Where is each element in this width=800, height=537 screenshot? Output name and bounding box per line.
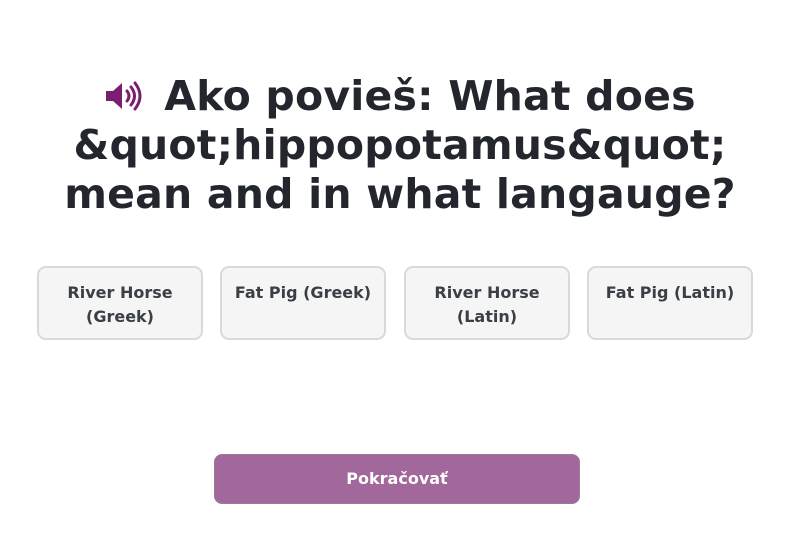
answer-option-fat-pig-greek[interactable]: Fat Pig (Greek)	[220, 266, 386, 340]
question-heading: Ako povieš: What does &quot;hippopotamus…	[20, 72, 780, 219]
speaker-icon[interactable]	[104, 80, 142, 112]
answer-options: River Horse (Greek) Fat Pig (Greek) Rive…	[37, 266, 757, 344]
question-prefix: Ako povieš:	[164, 72, 449, 120]
answer-option-river-horse-greek[interactable]: River Horse (Greek)	[37, 266, 203, 340]
continue-button[interactable]: Pokračovať	[214, 454, 580, 504]
answer-option-river-horse-latin[interactable]: River Horse (Latin)	[404, 266, 570, 340]
answer-option-fat-pig-latin[interactable]: Fat Pig (Latin)	[587, 266, 753, 340]
